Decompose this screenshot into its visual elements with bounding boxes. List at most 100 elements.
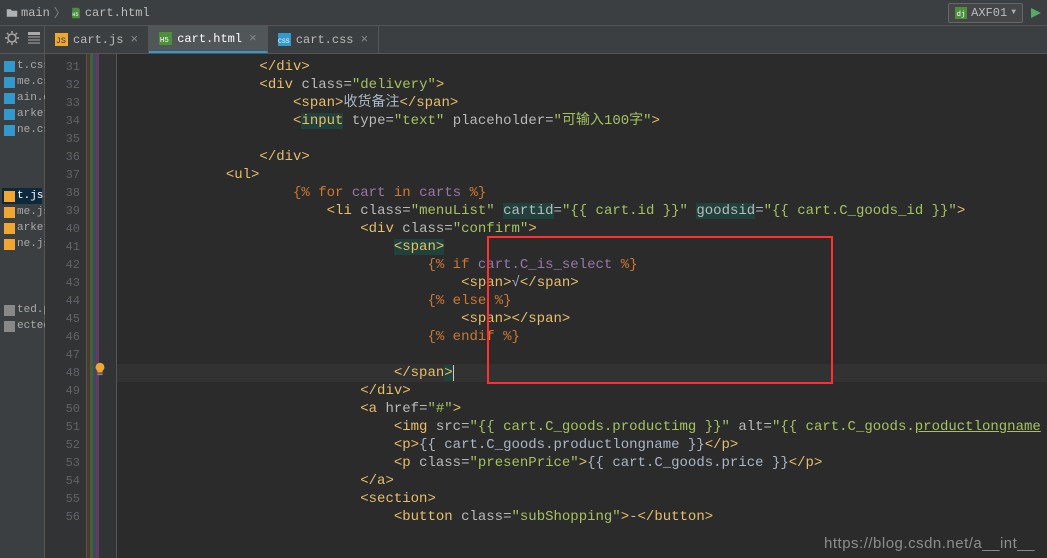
line-number: 44 xyxy=(45,292,80,310)
code-line[interactable]: <button class="subShopping">-</button> xyxy=(117,508,1047,526)
file-type-icon xyxy=(4,207,15,218)
code-line[interactable]: <ul> xyxy=(117,166,1047,184)
project-file-item[interactable]: t.css xyxy=(2,58,42,74)
project-file-item[interactable]: me.css xyxy=(2,74,42,90)
line-number-gutter: 3132333435363738394041424344454647484950… xyxy=(45,54,87,558)
code-line[interactable]: </div> xyxy=(117,382,1047,400)
code-line[interactable]: <span></span> xyxy=(117,310,1047,328)
code-line[interactable]: <p class="presenPrice">{{ cart.C_goods.p… xyxy=(117,454,1047,472)
code-line[interactable]: <div class="confirm"> xyxy=(117,220,1047,238)
tab-label: cart.html xyxy=(177,32,242,46)
breadcrumb-item-folder[interactable]: main xyxy=(6,6,50,20)
html-file-icon: H5 xyxy=(159,32,172,45)
line-number: 42 xyxy=(45,256,80,274)
code-line[interactable] xyxy=(117,130,1047,148)
project-file-item[interactable]: arket.css xyxy=(2,106,42,122)
code-line[interactable]: <li class="menuList" cartid="{{ cart.id … xyxy=(117,202,1047,220)
close-tab-icon[interactable]: × xyxy=(249,31,257,46)
breadcrumb-sep: 〉 xyxy=(54,4,66,21)
code-line[interactable]: <span> xyxy=(117,238,1047,256)
code-line[interactable]: <input type="text" placeholder="可输入100字"… xyxy=(117,112,1047,130)
line-number: 37 xyxy=(45,166,80,184)
folder-icon xyxy=(6,7,18,19)
breadcrumb-label: main xyxy=(21,6,50,20)
line-number: 35 xyxy=(45,130,80,148)
code-line[interactable]: <div class="delivery"> xyxy=(117,76,1047,94)
project-file-item[interactable]: t.js xyxy=(2,188,42,204)
code-line[interactable]: {% if cart.C_is_select %} xyxy=(117,256,1047,274)
code-line[interactable]: </div> xyxy=(117,58,1047,76)
code-line[interactable]: <img src="{{ cart.C_goods.productimg }}"… xyxy=(117,418,1047,436)
editor-tab[interactable]: CSS cart.css × xyxy=(268,26,379,53)
html-file-icon: H5 xyxy=(70,7,82,19)
line-number: 49 xyxy=(45,382,80,400)
editor-tab[interactable]: H5 cart.html × xyxy=(149,26,268,53)
code-line[interactable]: </a> xyxy=(117,472,1047,490)
collapse-sidebar-icon[interactable] xyxy=(27,31,41,49)
gear-icon[interactable] xyxy=(4,30,20,50)
project-file-item[interactable]: me.js xyxy=(2,204,42,220)
project-file-item[interactable]: ain.css xyxy=(2,90,42,106)
close-tab-icon[interactable]: × xyxy=(130,32,138,47)
line-number: 47 xyxy=(45,346,80,364)
line-number: 34 xyxy=(45,112,80,130)
code-line[interactable]: {% endif %} xyxy=(117,328,1047,346)
js-file-icon: JS xyxy=(55,33,68,46)
code-line[interactable] xyxy=(117,346,1047,364)
line-number: 53 xyxy=(45,454,80,472)
editor-tab[interactable]: JS cart.js × xyxy=(45,26,149,53)
tab-label: cart.js xyxy=(73,33,123,47)
line-number: 33 xyxy=(45,94,80,112)
line-number: 54 xyxy=(45,472,80,490)
file-type-icon xyxy=(4,93,15,104)
code-line[interactable]: <span>√</span> xyxy=(117,274,1047,292)
breadcrumb-label: cart.html xyxy=(85,6,150,20)
project-file-item[interactable]: arket.js xyxy=(2,220,42,236)
run-config-dropdown[interactable]: dj AXF01 ▼ xyxy=(948,3,1023,23)
breadcrumb-item-file[interactable]: H5 cart.html xyxy=(70,6,150,20)
code-line[interactable]: {% for cart in carts %} xyxy=(117,184,1047,202)
line-number: 41 xyxy=(45,238,80,256)
line-number: 56 xyxy=(45,508,80,526)
file-type-icon xyxy=(4,61,15,72)
chevron-down-icon: ▼ xyxy=(1011,8,1016,17)
line-number: 50 xyxy=(45,400,80,418)
project-file-item[interactable]: ne.js xyxy=(2,236,42,252)
breadcrumb[interactable]: main 〉 H5 cart.html xyxy=(6,4,150,21)
svg-text:dj: dj xyxy=(957,11,966,19)
tab-label: cart.css xyxy=(296,33,354,47)
file-type-icon xyxy=(4,77,15,88)
code-editor[interactable]: 3132333435363738394041424344454647484950… xyxy=(45,54,1047,558)
file-type-icon xyxy=(4,223,15,234)
code-content[interactable]: </div> <div class="delivery"> <span>收货备注… xyxy=(117,54,1047,558)
code-line[interactable]: {% else %} xyxy=(117,292,1047,310)
code-line[interactable]: </span> xyxy=(117,364,1047,382)
code-line[interactable]: <span>收货备注</span> xyxy=(117,94,1047,112)
editor-tabs[interactable]: JS cart.js × H5 cart.html × CSS cart.css × xyxy=(45,26,1047,54)
project-file-item[interactable]: ected.png xyxy=(2,318,42,334)
line-number: 45 xyxy=(45,310,80,328)
run-button[interactable] xyxy=(1031,8,1041,18)
code-line[interactable]: <a href="#"> xyxy=(117,400,1047,418)
breadcrumb-bar: main 〉 H5 cart.html dj AXF01 ▼ xyxy=(0,0,1047,26)
line-number: 43 xyxy=(45,274,80,292)
line-number: 32 xyxy=(45,76,80,94)
project-file-list[interactable]: t.cssme.cssain.cssarket.cssne.css t.js me.… xyxy=(0,54,44,338)
code-line[interactable]: </div> xyxy=(117,148,1047,166)
code-line[interactable]: <section> xyxy=(117,490,1047,508)
run-config-label: AXF01 xyxy=(971,6,1007,20)
file-type-icon xyxy=(4,125,15,136)
file-type-icon xyxy=(4,191,15,202)
svg-text:H5: H5 xyxy=(160,37,169,45)
intention-bulb-icon[interactable] xyxy=(93,362,107,376)
line-number: 46 xyxy=(45,328,80,346)
project-file-item[interactable]: ted.png xyxy=(2,302,42,318)
line-number: 31 xyxy=(45,58,80,76)
code-line[interactable]: <p>{{ cart.C_goods.productlongname }}</p… xyxy=(117,436,1047,454)
line-number: 51 xyxy=(45,418,80,436)
line-number: 52 xyxy=(45,436,80,454)
project-file-item[interactable]: ne.css xyxy=(2,122,42,138)
svg-text:CSS: CSS xyxy=(278,38,290,45)
project-file-label: t.js xyxy=(17,190,43,202)
close-tab-icon[interactable]: × xyxy=(360,32,368,47)
